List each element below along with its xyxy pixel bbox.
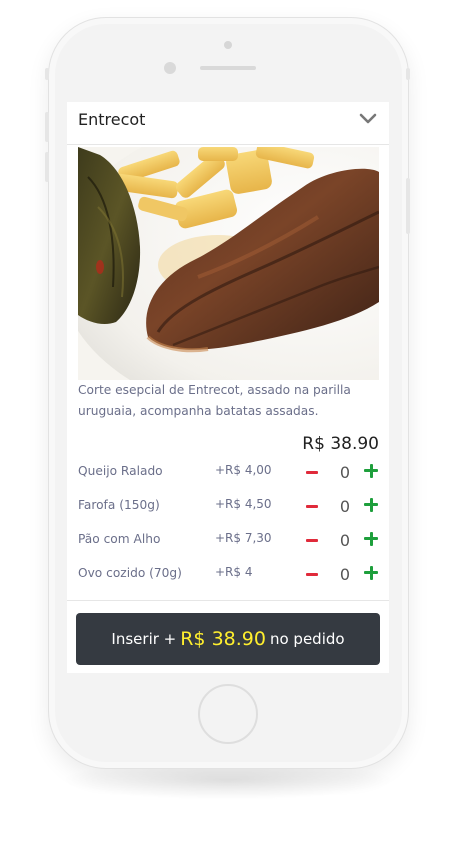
cta-suffix: no pedido [269,630,345,648]
addon-row: Pão com Alho +R$ 7,30 0 [78,529,380,553]
front-camera [164,62,176,74]
minus-icon[interactable] [306,573,318,576]
product-description: Corte esepcial de Entrecot, assado na pa… [78,383,351,418]
addon-row: Ovo cozido (70g) +R$ 4 0 [78,563,380,587]
product-title: Entrecot [78,110,146,129]
phone-side-button [45,152,49,182]
plus-icon[interactable] [364,566,378,580]
addon-price: +R$ 4,50 [215,497,272,511]
cta-prefix: Inserir + [111,630,177,648]
minus-icon[interactable] [306,471,318,474]
addon-name: Ovo cozido (70g) [78,566,182,580]
addon-name: Farofa (150g) [78,498,160,512]
product-header[interactable]: Entrecot [67,102,389,145]
plus-icon[interactable] [364,498,378,512]
addon-quantity: 0 [339,531,351,550]
product-price: R$ 38.90 [302,434,379,454]
phone-side-button [406,68,410,80]
addon-price: +R$ 7,30 [215,531,272,545]
addon-price: +R$ 4,00 [215,463,272,477]
phone-side-button [45,68,49,80]
addon-quantity: 0 [339,463,351,482]
minus-icon[interactable] [306,539,318,542]
plus-icon[interactable] [364,464,378,478]
phone-side-button [406,178,410,234]
add-to-order-button[interactable]: Inserir + R$ 38.90 no pedido [76,613,380,665]
addon-row: Farofa (150g) +R$ 4,50 0 [78,495,380,519]
addon-quantity: 0 [339,497,351,516]
plus-icon[interactable] [364,532,378,546]
cta-price: R$ 38.90 [180,628,266,650]
home-button[interactable] [198,684,258,744]
app-screen: Entrecot Corte esepcial de Entrecot, ass… [67,102,389,673]
camera-dot [224,41,232,49]
minus-icon[interactable] [306,505,318,508]
addon-price: +R$ 4 [215,565,253,579]
product-photo [78,147,379,380]
divider [67,600,389,601]
addon-name: Queijo Ralado [78,464,163,478]
speaker-grille [200,66,256,70]
phone-side-button [45,112,49,142]
addon-name: Pão com Alho [78,532,161,546]
addon-row: Queijo Ralado +R$ 4,00 0 [78,461,380,485]
addon-quantity: 0 [339,565,351,584]
chevron-down-icon[interactable] [359,110,377,128]
product-photo-illustration [78,147,379,380]
